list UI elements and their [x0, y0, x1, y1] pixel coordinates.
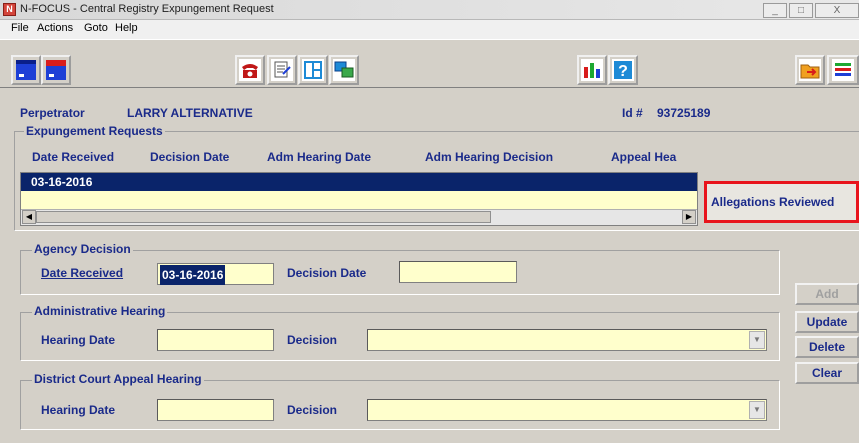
svg-text:?: ? [618, 63, 628, 80]
maximize-button[interactable]: □ [789, 3, 813, 18]
id-value: 93725189 [657, 106, 711, 120]
col-appeal-hearing[interactable]: Appeal Hea [611, 150, 676, 164]
menu-button[interactable] [827, 55, 859, 85]
screens-button[interactable] [329, 55, 359, 85]
help-icon: ? [612, 59, 634, 81]
update-button[interactable]: Update [795, 311, 859, 333]
screens-icon [333, 59, 355, 81]
window-red-icon [46, 60, 66, 80]
menu-help[interactable]: Help [115, 22, 138, 34]
scroll-thumb[interactable] [36, 211, 491, 223]
chevron-down-icon[interactable]: ▼ [749, 401, 765, 419]
agency-decision-title: Agency Decision [32, 242, 133, 256]
appeal-hearing-title: District Court Appeal Hearing [32, 372, 204, 386]
window-icon [16, 60, 36, 80]
chart-button[interactable] [577, 55, 607, 85]
date-received-value: 03-16-2016 [160, 265, 226, 285]
phone-icon [239, 59, 261, 81]
close-button[interactable]: X [815, 3, 859, 18]
exit-folder-icon [799, 59, 821, 81]
expungement-requests-title: Expungement Requests [24, 124, 165, 138]
id-label: Id # [622, 106, 643, 120]
col-decision-date[interactable]: Decision Date [150, 150, 229, 164]
window-button[interactable] [11, 55, 41, 85]
scroll-left-icon[interactable]: ◀ [22, 210, 36, 224]
list-row-selected[interactable]: 03-16-2016 [21, 173, 697, 191]
date-received-field[interactable]: 03-16-2016 [157, 263, 274, 285]
document-icon [271, 59, 293, 81]
menu-goto[interactable]: Goto [84, 22, 108, 34]
date-received-link[interactable]: Date Received [41, 266, 123, 280]
menu-file[interactable]: File [11, 22, 29, 34]
delete-button[interactable]: Delete [795, 336, 859, 358]
minimize-button[interactable]: _ [763, 3, 787, 18]
exit-button[interactable] [795, 55, 825, 85]
admin-hearing-date-label: Hearing Date [41, 333, 116, 347]
perpetrator-label: Perpetrator [20, 106, 85, 120]
col-adm-hearing-decision[interactable]: Adm Hearing Decision [425, 150, 553, 164]
decision-date-field[interactable] [399, 261, 517, 283]
window-red-button[interactable] [41, 55, 71, 85]
add-button[interactable]: Add [795, 283, 859, 305]
admin-decision-select[interactable] [367, 329, 767, 351]
app-icon: N [3, 3, 16, 16]
appeal-decision-select[interactable] [367, 399, 767, 421]
scroll-right-icon[interactable]: ▶ [682, 210, 696, 224]
help-button[interactable]: ? [608, 55, 638, 85]
bar-chart-icon [581, 59, 603, 81]
appeal-decision-label: Decision [287, 403, 338, 417]
appeal-hearing-date-field[interactable] [157, 399, 274, 421]
appeal-hearing-date-label: Hearing Date [41, 403, 116, 417]
window-title: N-FOCUS - Central Registry Expungement R… [20, 3, 274, 15]
phone-button[interactable] [235, 55, 265, 85]
perpetrator-name: LARRY ALTERNATIVE [127, 106, 253, 120]
admin-decision-label: Decision [287, 333, 338, 347]
col-date-received[interactable]: Date Received [32, 150, 114, 164]
decision-date-label: Decision Date [287, 266, 367, 280]
admin-hearing-date-field[interactable] [157, 329, 274, 351]
clear-button[interactable]: Clear [795, 362, 859, 384]
menu-icon [832, 59, 854, 81]
chevron-down-icon[interactable]: ▼ [749, 331, 765, 349]
administrative-hearing-title: Administrative Hearing [32, 304, 168, 318]
layout-icon [302, 59, 324, 81]
col-adm-hearing-date[interactable]: Adm Hearing Date [267, 150, 371, 164]
toolbar [0, 39, 859, 88]
allegations-reviewed-button[interactable]: Allegations Reviewed [704, 181, 859, 223]
menu-actions[interactable]: Actions [37, 22, 73, 34]
layout-button[interactable] [298, 55, 328, 85]
document-button[interactable] [267, 55, 297, 85]
